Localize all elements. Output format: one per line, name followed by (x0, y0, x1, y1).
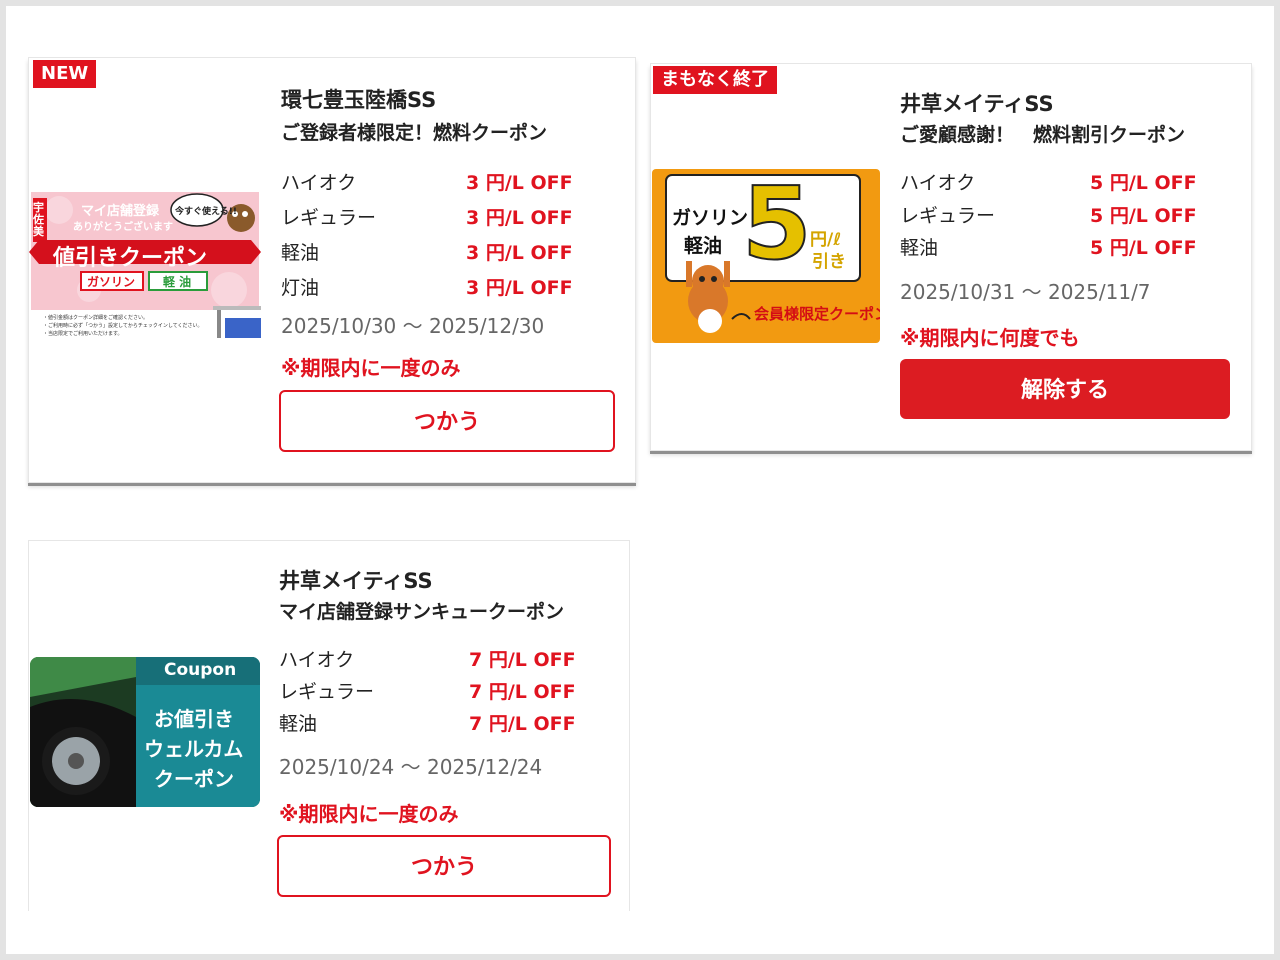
coupon-image-3: Coupon お値引き ウェルカム クーポン (30, 657, 260, 807)
fuel-row-diesel: 軽油 7 円/L OFF (279, 709, 579, 735)
image-line-diesel: 軽油 (684, 235, 723, 257)
fuel-row-high-octane: ハイオク 7 円/L OFF (279, 645, 579, 671)
image-tag-diesel: 軽 油 (163, 275, 192, 289)
fuel-row-diesel: 軽油 5 円/L OFF (900, 233, 1200, 259)
coupon-card-3[interactable]: Coupon お値引き ウェルカム クーポン 井草メイティSS マイ店舗登録サン… (28, 540, 630, 911)
fuel-label: レギュラー (281, 207, 377, 229)
coupon-title: マイ店舗登録サンキュークーポン (279, 601, 565, 623)
image-bubble-text: 今すぐ使える!! (175, 207, 237, 217)
store-name: 井草メイティSS (279, 569, 433, 593)
discount-value: 7 円/L OFF (469, 649, 576, 671)
image-line-3: クーポン (154, 767, 234, 791)
discount-value: 3 円/L OFF (466, 277, 573, 299)
usage-note: ※期限内に一度のみ (279, 802, 459, 826)
validity-period: 2025/10/30 〜 2025/12/30 (281, 314, 545, 338)
fuel-row-high-octane: ハイオク 3 円/L OFF (281, 168, 581, 194)
image-tag-gasoline: ガソリン (87, 275, 136, 289)
image-banner-top: マイ店舗登録 (81, 204, 160, 219)
fuel-label: 軽油 (900, 237, 939, 259)
image-coupon-head: Coupon (164, 660, 237, 680)
discount-value: 3 円/L OFF (466, 242, 573, 264)
fuel-row-kerosene: 灯油 3 円/L OFF (281, 273, 581, 299)
image-unit-2: 引き (812, 252, 846, 272)
fuel-row-regular: レギュラー 7 円/L OFF (279, 677, 579, 703)
fuel-label: ハイオク (900, 172, 976, 194)
image-main-text: 値引きクーポン (53, 246, 208, 271)
usage-note: ※期限内に何度でも (900, 326, 1080, 350)
image-fine-3: ・当店限定でご利用いただけます。 (43, 331, 123, 337)
fuel-row-regular: レギュラー 3 円/L OFF (281, 203, 581, 229)
validity-period: 2025/10/31 〜 2025/11/7 (900, 280, 1151, 304)
coupon-image-2: ガソリン 軽油 5 円/ℓ 引き 会員様限定クーポン (652, 169, 880, 343)
fuel-label: 軽油 (281, 242, 320, 264)
store-name: 井草メイティSS (900, 92, 1054, 116)
coupon-image-1: 宇佐美 マイ店舗登録 ありがとうございます 今すぐ使える!! 値引きクーポン ガ… (29, 190, 261, 340)
coupon-title: ご愛顧感謝！ 燃料割引クーポン (900, 124, 1186, 146)
image-fine-1: ・値引金額はクーポン詳細をご確認ください。 (43, 315, 149, 321)
fuel-label: 軽油 (279, 713, 318, 735)
coupon-title: ご登録者様限定！燃料クーポン (281, 122, 548, 144)
validity-period: 2025/10/24 〜 2025/12/24 (279, 755, 543, 779)
image-line-gasoline: ガソリン (672, 207, 749, 229)
fuel-row-high-octane: ハイオク 5 円/L OFF (900, 168, 1200, 194)
coupon-card-2[interactable]: まもなく終了 ガソリン 軽油 5 円/ℓ 引き 会員様限定クーポン 井草メイティ… (650, 63, 1252, 451)
discount-value: 7 円/L OFF (469, 713, 576, 735)
image-line-1: お値引き (154, 707, 234, 731)
discount-value: 5 円/L OFF (1090, 205, 1197, 227)
discount-value: 3 円/L OFF (466, 172, 573, 194)
fuel-label: 灯油 (281, 277, 320, 299)
image-line-2: ウェルカム (144, 737, 244, 761)
use-coupon-button[interactable]: つかう (279, 390, 615, 452)
new-badge: NEW (33, 60, 97, 88)
image-footer: 会員様限定クーポン (754, 305, 880, 323)
image-fine-2: ・ご利用時に必ず「つかう」設定してからチェックインしてください。 (43, 323, 203, 329)
discount-value: 3 円/L OFF (466, 207, 573, 229)
usage-note: ※期限内に一度のみ (281, 356, 461, 380)
image-vertical-text: 宇佐美 (33, 201, 44, 238)
fuel-row-regular: レギュラー 5 円/L OFF (900, 201, 1200, 227)
image-big-number: 5 (741, 169, 813, 283)
cancel-coupon-button[interactable]: 解除する (900, 359, 1230, 419)
discount-value: 5 円/L OFF (1090, 172, 1197, 194)
coupon-card-1[interactable]: NEW 宇佐美 マイ店舗登録 ありがとうございます 今すぐ使える!! 値引きクー… (28, 57, 636, 483)
fuel-label: レギュラー (279, 681, 375, 703)
image-banner-sub: ありがとうございます (73, 222, 173, 233)
use-coupon-button[interactable]: つかう (277, 835, 611, 897)
discount-value: 5 円/L OFF (1090, 237, 1197, 259)
fuel-label: ハイオク (281, 172, 357, 194)
fuel-row-diesel: 軽油 3 円/L OFF (281, 238, 581, 264)
discount-value: 7 円/L OFF (469, 681, 576, 703)
fuel-label: レギュラー (900, 205, 996, 227)
ending-soon-badge: まもなく終了 (653, 66, 777, 94)
store-name: 環七豊玉陸橋SS (281, 88, 437, 112)
fuel-label: ハイオク (279, 649, 355, 671)
